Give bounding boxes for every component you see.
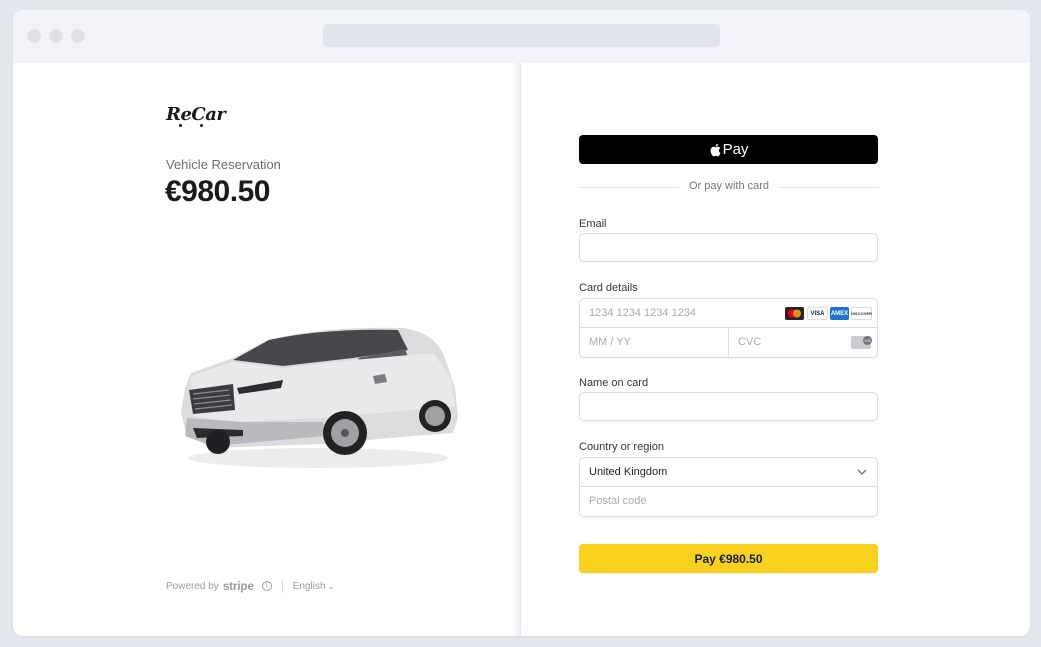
email-field[interactable] — [579, 233, 878, 262]
browser-titlebar — [13, 10, 1030, 63]
payment-pane: Pay Or pay with card Email Card details … — [521, 63, 1030, 636]
card-details-label: Card details — [579, 282, 638, 294]
browser-window: ReCar Vehicle Reservation €980.50 Powere… — [13, 10, 1030, 636]
logo-wheel-dots — [179, 124, 209, 128]
card-number-placeholder: 1234 1234 1234 1234 — [589, 307, 697, 319]
name-on-card-label: Name on card — [579, 377, 649, 389]
amex-icon: AMEX — [830, 307, 849, 320]
window-close-dot[interactable] — [27, 29, 41, 43]
language-selector[interactable]: English — [293, 581, 326, 592]
apple-pay-label: Pay — [722, 141, 749, 158]
pay-button[interactable]: Pay €980.50 — [579, 544, 878, 573]
email-label: Email — [579, 218, 607, 230]
window-maximize-dot[interactable] — [71, 29, 85, 43]
postal-code-field[interactable]: Postal code — [580, 487, 877, 516]
chevron-down-icon — [857, 469, 867, 475]
name-on-card-field[interactable] — [579, 392, 878, 421]
powered-by-text: Powered by — [166, 580, 219, 592]
car-image — [181, 327, 458, 468]
product-label: Vehicle Reservation — [166, 157, 281, 172]
pane-divider — [513, 63, 521, 636]
expiry-placeholder: MM / YY — [589, 336, 631, 348]
country-select[interactable]: United Kingdom — [580, 458, 877, 487]
country-group: United Kingdom Postal code — [579, 457, 878, 517]
cvc-card-icon: 135 — [851, 336, 872, 349]
postal-code-placeholder: Postal code — [589, 495, 647, 507]
visa-icon: VISA — [807, 307, 828, 320]
expiry-field[interactable]: MM / YY — [580, 328, 729, 357]
discover-icon: DISCOVER — [851, 307, 872, 320]
country-label: Country or region — [579, 441, 664, 453]
merchant-logo: ReCar — [166, 104, 226, 125]
order-summary-pane: ReCar Vehicle Reservation €980.50 Powere… — [13, 63, 517, 636]
checkout-footer: Powered by stripe i English ⌄ — [166, 579, 334, 593]
card-details-group: 1234 1234 1234 1234 VISA AMEX DISCOVER M… — [579, 298, 878, 358]
product-price: €980.50 — [165, 175, 270, 208]
stripe-logo[interactable]: stripe — [223, 579, 254, 593]
cvc-field[interactable]: CVC 135 — [729, 328, 877, 357]
country-select-value: United Kingdom — [589, 466, 668, 478]
apple-pay-button[interactable]: Pay — [579, 135, 878, 164]
info-icon[interactable]: i — [261, 581, 272, 591]
window-minimize-dot[interactable] — [49, 29, 63, 43]
card-number-field[interactable]: 1234 1234 1234 1234 VISA AMEX DISCOVER — [580, 299, 877, 328]
or-pay-with-card-text: Or pay with card — [688, 180, 770, 192]
address-bar[interactable] — [323, 24, 720, 47]
mastercard-icon — [785, 307, 804, 320]
apple-icon — [710, 143, 720, 156]
cvc-placeholder: CVC — [738, 336, 762, 348]
footer-separator — [281, 579, 283, 593]
chevron-down-icon[interactable]: ⌄ — [328, 582, 335, 591]
or-divider: Or pay with card — [579, 180, 879, 194]
